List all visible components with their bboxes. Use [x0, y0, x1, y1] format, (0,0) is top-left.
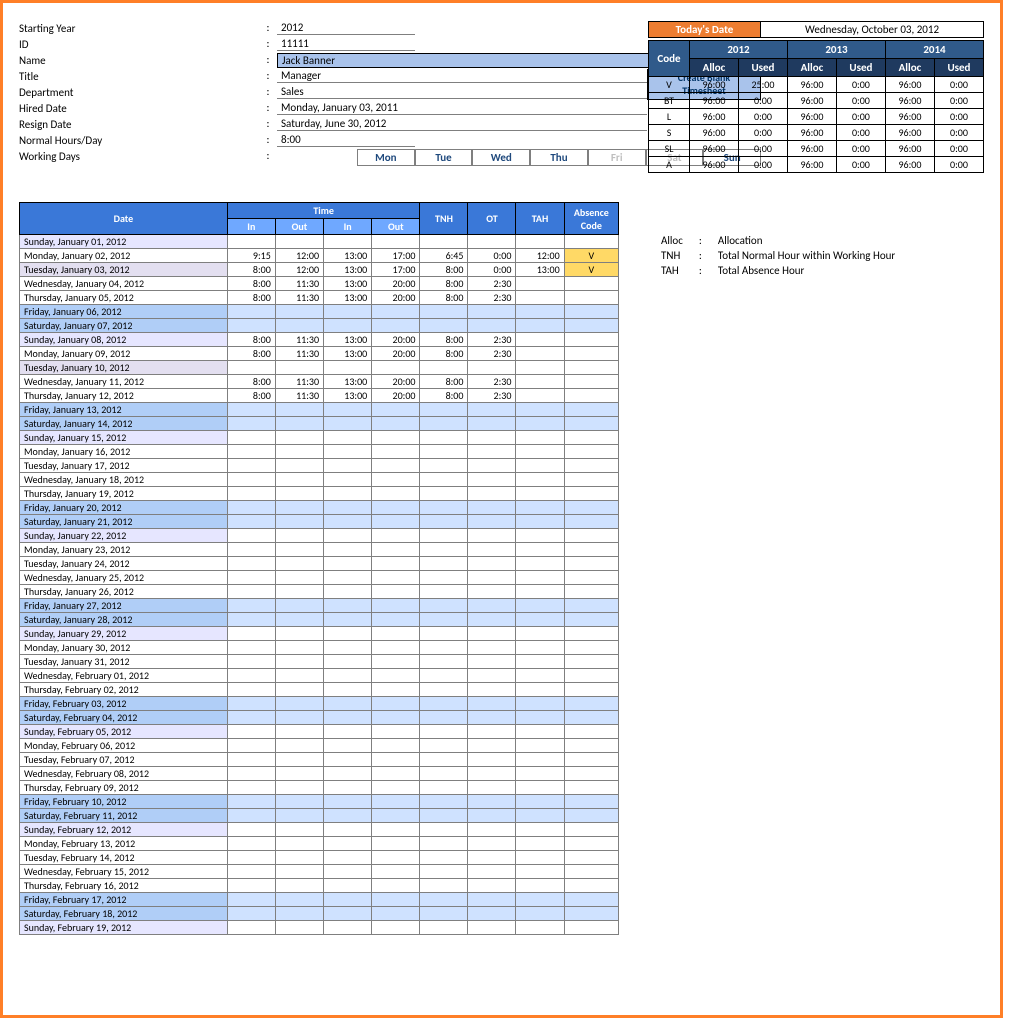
timesheet-row[interactable]: Tuesday, January 10, 2012 — [20, 361, 619, 375]
timesheet-row[interactable]: Sunday, February 12, 2012 — [20, 823, 619, 837]
timesheet-row[interactable]: Wednesday, January 25, 2012 — [20, 571, 619, 585]
legend-row: TAH:Total Absence Hour — [653, 263, 903, 278]
timesheet-row[interactable]: Sunday, January 22, 2012 — [20, 529, 619, 543]
timesheet-row[interactable]: Wednesday, February 01, 2012 — [20, 669, 619, 683]
timesheet-row[interactable]: Monday, January 16, 2012 — [20, 445, 619, 459]
timesheet-row[interactable]: Sunday, February 19, 2012 — [20, 921, 619, 935]
today-value: Wednesday, October 03, 2012 — [761, 22, 984, 38]
timesheet-row[interactable]: Wednesday, January 11, 20128:0011:3013:0… — [20, 375, 619, 389]
timesheet-row[interactable]: Friday, January 13, 2012 — [20, 403, 619, 417]
timesheet-row[interactable]: Friday, February 10, 2012 — [20, 795, 619, 809]
code-row: BT96:000:0096:000:0096:000:00 — [649, 93, 984, 109]
timesheet-row[interactable]: Monday, January 23, 2012 — [20, 543, 619, 557]
timesheet-row[interactable]: Monday, January 09, 20128:0011:3013:0020… — [20, 347, 619, 361]
label-working-days: Working Days — [19, 149, 259, 166]
timesheet-row[interactable]: Sunday, January 08, 20128:0011:3013:0020… — [20, 333, 619, 347]
today-date: Today's Date Wednesday, October 03, 2012 — [648, 21, 984, 38]
value-department[interactable]: Sales — [277, 85, 647, 100]
legend-row: Alloc:Allocation — [653, 233, 903, 248]
legend-row: TNH:Total Normal Hour within Working Hou… — [653, 248, 903, 263]
timesheet-row[interactable]: Saturday, January 28, 2012 — [20, 613, 619, 627]
label-normal-hours: Normal Hours/Day — [19, 133, 259, 148]
code-row: S96:000:0096:000:0096:000:00 — [649, 125, 984, 141]
timesheet-row[interactable]: Wednesday, February 15, 2012 — [20, 865, 619, 879]
timesheet-row[interactable]: Thursday, January 19, 2012 — [20, 487, 619, 501]
timesheet-row[interactable]: Wednesday, February 08, 2012 — [20, 767, 619, 781]
timesheet-row[interactable]: Tuesday, January 24, 2012 — [20, 557, 619, 571]
value-normal-hours[interactable]: 8:00 — [277, 133, 415, 148]
timesheet-row[interactable]: Friday, January 20, 2012 — [20, 501, 619, 515]
timesheet-row[interactable]: Saturday, January 21, 2012 — [20, 515, 619, 529]
timesheet-row[interactable]: Tuesday, February 14, 2012 — [20, 851, 619, 865]
value-hired[interactable]: Monday, January 03, 2011 — [277, 101, 647, 116]
code-row: V96:0025:0096:000:0096:000:00 — [649, 77, 984, 93]
timesheet-row[interactable]: Thursday, January 26, 2012 — [20, 585, 619, 599]
label-id: ID — [19, 37, 259, 52]
timesheet-row[interactable]: Thursday, January 05, 20128:0011:3013:00… — [20, 291, 619, 305]
timesheet-row[interactable]: Sunday, February 05, 2012 — [20, 725, 619, 739]
label-starting-year: Starting Year — [19, 21, 259, 36]
code-row: SL96:000:0096:000:0096:000:00 — [649, 141, 984, 157]
codes-table: Code201220132014AllocUsedAllocUsedAllocU… — [648, 40, 984, 173]
timesheet-row[interactable]: Sunday, January 15, 2012 — [20, 431, 619, 445]
timesheet-row[interactable]: Tuesday, January 31, 2012 — [20, 655, 619, 669]
code-row: L96:000:0096:000:0096:000:00 — [649, 109, 984, 125]
timesheet-row[interactable]: Thursday, February 02, 2012 — [20, 683, 619, 697]
timesheet-row[interactable]: Wednesday, January 04, 20128:0011:3013:0… — [20, 277, 619, 291]
timesheet-row[interactable]: Friday, February 17, 2012 — [20, 893, 619, 907]
timesheet-row[interactable]: Monday, February 06, 2012 — [20, 739, 619, 753]
code-row: A96:000:0096:000:0096:000:00 — [649, 157, 984, 173]
timesheet-row[interactable]: Saturday, February 18, 2012 — [20, 907, 619, 921]
timesheet-row[interactable]: Tuesday, January 03, 20128:0012:0013:001… — [20, 263, 619, 277]
timesheet-row[interactable]: Wednesday, January 18, 2012 — [20, 473, 619, 487]
timesheet-row[interactable]: Thursday, February 16, 2012 — [20, 879, 619, 893]
timesheet-row[interactable]: Sunday, January 29, 2012 — [20, 627, 619, 641]
value-title[interactable]: Manager — [277, 69, 647, 84]
timesheet-row[interactable]: Monday, January 02, 20129:1512:0013:0017… — [20, 249, 619, 263]
timesheet-row[interactable]: Saturday, January 14, 2012 — [20, 417, 619, 431]
timesheet-row[interactable]: Friday, February 03, 2012 — [20, 697, 619, 711]
value-resign[interactable]: Saturday, June 30, 2012 — [277, 117, 647, 132]
timesheet-table[interactable]: DateTimeTNHOTTAHAbsence CodeInOutInOutSu… — [19, 202, 619, 935]
timesheet-row[interactable]: Saturday, February 04, 2012 — [20, 711, 619, 725]
label-hired: Hired Date — [19, 101, 259, 116]
day-wed[interactable]: Wed — [472, 149, 530, 166]
timesheet-row[interactable]: Monday, February 13, 2012 — [20, 837, 619, 851]
legend: Alloc:AllocationTNH:Total Normal Hour wi… — [653, 233, 903, 278]
timesheet-row[interactable]: Friday, January 06, 2012 — [20, 305, 619, 319]
timesheet-row[interactable]: Thursday, January 12, 20128:0011:3013:00… — [20, 389, 619, 403]
day-mon[interactable]: Mon — [357, 149, 415, 166]
timesheet-row[interactable]: Thursday, February 09, 2012 — [20, 781, 619, 795]
day-tue[interactable]: Tue — [415, 149, 473, 166]
timesheet-row[interactable]: Saturday, February 11, 2012 — [20, 809, 619, 823]
label-name: Name — [19, 53, 259, 68]
today-label: Today's Date — [649, 22, 761, 38]
timesheet-row[interactable]: Monday, January 30, 2012 — [20, 641, 619, 655]
label-title: Title — [19, 69, 259, 84]
value-name[interactable]: Jack Banner — [277, 53, 705, 68]
label-department: Department — [19, 85, 259, 100]
timesheet-row[interactable]: Friday, January 27, 2012 — [20, 599, 619, 613]
value-starting-year[interactable]: 2012 — [277, 21, 415, 36]
day-thu[interactable]: Thu — [530, 149, 588, 166]
timesheet-row[interactable]: Tuesday, January 17, 2012 — [20, 459, 619, 473]
day-fri[interactable]: Fri — [588, 149, 646, 166]
timesheet-row[interactable]: Sunday, January 01, 2012 — [20, 235, 619, 249]
timesheet-row[interactable]: Tuesday, February 07, 2012 — [20, 753, 619, 767]
label-resign: Resign Date — [19, 117, 259, 132]
value-id[interactable]: 11111 — [277, 37, 415, 52]
timesheet-row[interactable]: Saturday, January 07, 2012 — [20, 319, 619, 333]
